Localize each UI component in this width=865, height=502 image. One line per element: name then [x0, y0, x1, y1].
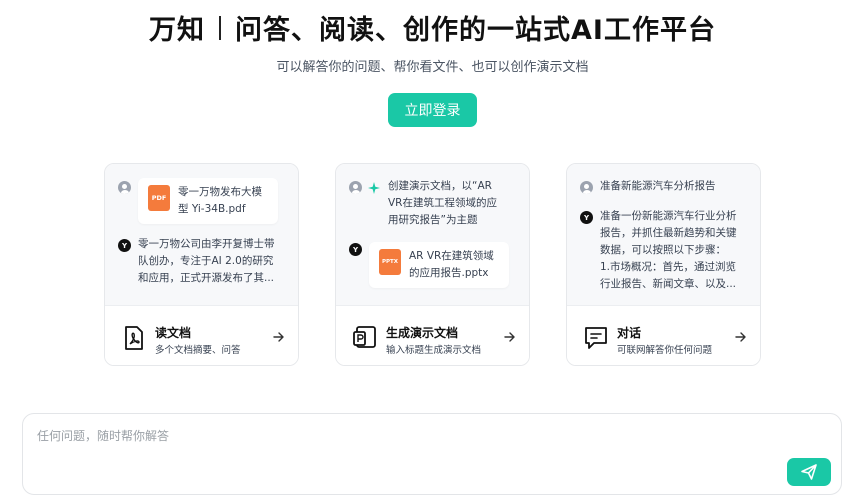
bot-reply: 零一万物公司由李开复博士带 队创办，专注于AI 2.0的研究 和应用，正式开源发… [138, 236, 275, 287]
card-description: 可联网解答你任何问题 [617, 345, 713, 356]
reply-line: 行业报告、新闻文章、以及... [600, 278, 737, 290]
card-description: 多个文档摘要、问答 [155, 345, 241, 356]
bot-avatar-icon: Y [349, 243, 362, 256]
page-subtitle: 可以解答你的问题、帮你看文件、也可以创作演示文档 [276, 60, 589, 75]
card-title: 对话 [617, 326, 642, 340]
card-description: 输入标题生成演示文档 [386, 345, 482, 356]
reply-line: 1.市场概况：首先，通过浏览 [600, 261, 737, 273]
page-title: 万知 问答、阅读、创作的一站式AI工作平台 [0, 8, 865, 47]
file-name-line-1: AR VR在建筑领域 [409, 250, 494, 262]
tagline: 问答、阅读、创作的一站式AI工作平台 [235, 15, 716, 46]
title-divider [219, 15, 222, 40]
card-footer[interactable]: 读文档 多个文档摘要、问答 [105, 305, 298, 365]
send-button[interactable] [787, 458, 831, 486]
pdf-file-icon: PDF [148, 185, 170, 211]
login-button[interactable]: 立即登录 [388, 93, 477, 127]
feature-card-read-docs[interactable]: PDF 零一万物发布大模 型 Yi-34B.pdf Y 零一万物公司由李开复博士… [104, 163, 299, 366]
file-name-line-2: 型 Yi-34B.pdf [178, 203, 246, 215]
bot-avatar-icon: Y [118, 239, 131, 252]
card-footer[interactable]: 对话 可联网解答你任何问题 [567, 305, 760, 365]
reply-line: 数据，可以按照以下步骤： [600, 244, 726, 256]
chat-input[interactable] [37, 429, 777, 443]
pdf-doc-icon [125, 326, 143, 350]
card-title: 读文档 [155, 326, 192, 340]
card-preview: 创建演示文档，以“AR VR在建筑工程领域的应 用研究报告”为主题 Y PPTX… [336, 164, 529, 305]
presentation-icon [353, 326, 376, 348]
bot-avatar-icon: Y [580, 211, 593, 224]
file-name-line-2: 的应用报告.pptx [409, 267, 489, 279]
chat-input-box [22, 413, 842, 495]
reply-line: 报告，并抓住最新趋势和关键 [600, 227, 737, 239]
reply-line: 零一万物公司由李开复博士带 [138, 238, 275, 250]
user-prompt: 准备新能源汽车分析报告 [600, 180, 716, 192]
file-chip: PDF 零一万物发布大模 型 Yi-34B.pdf [138, 178, 278, 224]
reply-line: 准备一份新能源汽车行业分析 [600, 210, 737, 222]
sparkle-icon [368, 182, 380, 194]
feature-card-chat[interactable]: 准备新能源汽车分析报告 Y 准备一份新能源汽车行业分析 报告，并抓住最新趋势和关… [566, 163, 761, 366]
card-preview: PDF 零一万物发布大模 型 Yi-34B.pdf Y 零一万物公司由李开复博士… [105, 164, 298, 305]
send-icon [801, 464, 817, 480]
pptx-file-icon: PPTX [379, 249, 401, 275]
prompt-line: 创建演示文档，以“AR [388, 180, 492, 192]
file-chip: PPTX AR VR在建筑领域 的应用报告.pptx [369, 242, 509, 288]
card-preview: 准备新能源汽车分析报告 Y 准备一份新能源汽车行业分析 报告，并抓住最新趋势和关… [567, 164, 760, 305]
user-avatar-icon [580, 181, 593, 194]
prompt-line: VR在建筑工程领域的应 [388, 197, 497, 209]
file-name-line-1: 零一万物发布大模 [178, 186, 262, 198]
chat-icon [585, 327, 607, 349]
reply-line: 和应用，正式开源发布了其... [138, 272, 275, 284]
card-footer[interactable]: 生成演示文档 输入标题生成演示文档 [336, 305, 529, 365]
home-page: 万知 问答、阅读、创作的一站式AI工作平台 可以解答你的问题、帮你看文件、也可以… [0, 0, 865, 502]
user-prompt: 创建演示文档，以“AR VR在建筑工程领域的应 用研究报告”为主题 [388, 178, 497, 229]
arrow-right-icon[interactable] [272, 330, 286, 344]
brand-name: 万知 [149, 15, 206, 46]
bot-reply: 准备一份新能源汽车行业分析 报告，并抓住最新趋势和关键 数据，可以按照以下步骤：… [600, 208, 737, 293]
card-title: 生成演示文档 [386, 326, 459, 340]
arrow-right-icon[interactable] [503, 330, 517, 344]
user-avatar-icon [349, 181, 362, 194]
feature-card-presentation[interactable]: 创建演示文档，以“AR VR在建筑工程领域的应 用研究报告”为主题 Y PPTX… [335, 163, 530, 366]
arrow-right-icon[interactable] [734, 330, 748, 344]
user-avatar-icon [118, 181, 131, 194]
prompt-line: 用研究报告”为主题 [388, 214, 478, 226]
reply-line: 队创办，专注于AI 2.0的研究 [138, 255, 274, 267]
